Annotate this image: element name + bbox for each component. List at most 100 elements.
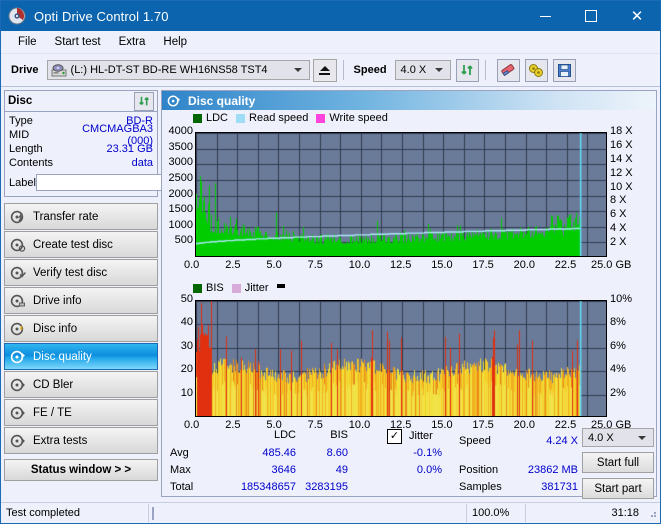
- disc-properties: Type BD-R MID CMCMAGBA3 (000) Length 23.…: [5, 112, 238, 196]
- menu-bar: File Start test Extra Help: [1, 31, 660, 54]
- drive-info-icon: [10, 293, 26, 309]
- progress-track: [152, 506, 154, 520]
- top-chart-xtick: 2.5: [225, 259, 241, 271]
- speed-label: Speed: [353, 64, 387, 76]
- legend-label-bis: BIS: [206, 282, 224, 294]
- top-chart-ytick: 2500: [168, 171, 193, 184]
- bottom-chart-ytick: 40: [180, 316, 193, 329]
- sidebar-item-disc-info[interactable]: Disc info: [4, 315, 158, 342]
- sidebar-label: Verify test disc: [33, 266, 108, 279]
- charts-container: LDC Read speed Write speed BIS Jitter 50…: [162, 110, 656, 431]
- sidebar-item-extra-tests[interactable]: Extra tests: [4, 427, 158, 454]
- jitter-max-value: 0.0%: [416, 464, 442, 476]
- bis-avg-value: 8.60: [326, 447, 348, 459]
- elapsed-time: 31:18: [611, 507, 639, 519]
- test-speed-value: 4.0 X: [588, 431, 614, 444]
- save-button[interactable]: [552, 58, 576, 82]
- menu-start-test[interactable]: Start test: [46, 34, 110, 50]
- disc-extra-icon: [10, 433, 26, 449]
- refresh-icon: [138, 96, 149, 105]
- panel-header: Disc quality: [162, 91, 656, 110]
- status-window-button[interactable]: Status window > >: [4, 459, 158, 481]
- disc-label-row: Label: [9, 172, 238, 193]
- jitter-checkbox[interactable]: ✓: [387, 429, 402, 444]
- gears-icon: [529, 63, 544, 77]
- sidebar-item-disc-quality[interactable]: Disc quality: [4, 343, 158, 370]
- menu-file[interactable]: File: [9, 34, 46, 50]
- menu-extra[interactable]: Extra: [110, 34, 155, 50]
- ldc-total-value: 185348657: [240, 481, 296, 493]
- disc-panel-title: Disc: [8, 95, 33, 107]
- disc-row-contents: Contents data: [9, 156, 153, 170]
- disc-quality-panel: Disc quality LDC Read speed Write speed: [161, 90, 657, 499]
- minimize-button[interactable]: [522, 1, 568, 31]
- sidebar-label: Disc info: [33, 322, 78, 335]
- main-panel: Disc quality LDC Read speed Write speed: [161, 87, 660, 500]
- erase-button[interactable]: [496, 58, 520, 82]
- legend-label-jitter: Jitter: [244, 282, 269, 294]
- toolbar-divider-1: [342, 60, 344, 80]
- sidebar: Disc Type BD-R MID CMCMAGBA3 (000) Lengt…: [1, 87, 238, 500]
- position-stat-label: Position: [459, 464, 499, 476]
- samples-stat-label: Samples: [459, 481, 502, 493]
- sidebar-item-drive-info[interactable]: Drive info: [4, 287, 158, 314]
- top-chart-xtick: 10.0: [348, 259, 371, 271]
- drive-select[interactable]: (L:) HL-DT-ST BD-RE WH16NS58 TST4: [46, 60, 310, 80]
- status-bar: Test completed 100.0% 31:18: [1, 502, 660, 523]
- sidebar-item-verify-test-disc[interactable]: Verify test disc: [4, 259, 158, 286]
- disc-verify-icon: [10, 265, 27, 281]
- jitter-label: Jitter: [409, 430, 433, 442]
- settings-button[interactable]: [524, 58, 548, 82]
- stats-row-avg: Avg: [170, 447, 189, 459]
- bottom-chart-y2tick: 10%: [610, 293, 633, 305]
- top-chart-y2tick: 10 X: [610, 180, 633, 193]
- disc-value-contents: data: [131, 157, 153, 169]
- top-chart-legend: LDC Read speed Write speed: [193, 112, 392, 124]
- close-button[interactable]: ✕: [614, 1, 660, 31]
- sidebar-label: CD Bler: [33, 378, 74, 391]
- top-chart-xtick: 12.5: [390, 259, 412, 271]
- chevron-down-icon: [638, 435, 646, 440]
- chevron-down-icon: [434, 68, 443, 72]
- sidebar-item-fe-te[interactable]: FE / TE: [4, 399, 158, 426]
- top-chart-xtick: 17.5: [472, 259, 494, 271]
- status-message: Test completed: [1, 504, 149, 522]
- eject-icon: [319, 65, 330, 71]
- eject-button[interactable]: [312, 58, 337, 82]
- resize-grip-icon[interactable]: [646, 507, 658, 519]
- legend-chip-marker: [276, 284, 285, 288]
- legend-chip-bis: [193, 283, 202, 293]
- start-part-button[interactable]: Start part: [582, 478, 654, 499]
- panel-title: Disc quality: [188, 93, 256, 108]
- disc-refresh-button[interactable]: [134, 91, 154, 111]
- top-chart-plot[interactable]: [195, 132, 607, 257]
- application-window: Opti Drive Control 1.70 ✕ File Start tes…: [0, 0, 661, 524]
- refresh-button[interactable]: [455, 58, 479, 82]
- ldc-max-value: 3646: [271, 464, 296, 476]
- legend-label-write-speed: Write speed: [329, 112, 388, 124]
- content-area: Disc Type BD-R MID CMCMAGBA3 (000) Lengt…: [1, 87, 660, 500]
- speed-select[interactable]: 4.0 X: [394, 60, 451, 80]
- progress-bar: [149, 504, 466, 522]
- start-full-button[interactable]: Start full: [582, 452, 654, 473]
- speed-stat-label: Speed: [459, 435, 491, 447]
- sidebar-item-create-test-disc[interactable]: Create test disc: [4, 231, 158, 258]
- top-chart-y2tick: 6 X: [610, 208, 627, 221]
- sidebar-label: Disc quality: [33, 350, 92, 363]
- top-chart-ytick: 1500: [168, 203, 193, 216]
- top-chart-y2tick: 18 X: [610, 125, 633, 137]
- top-chart-xtick: 15.0: [431, 259, 453, 271]
- bottom-chart-plot[interactable]: [195, 300, 607, 417]
- menu-help[interactable]: Help: [154, 34, 196, 50]
- title-bar: Opti Drive Control 1.70 ✕: [1, 1, 660, 31]
- sidebar-item-cd-bler[interactable]: CD Bler: [4, 371, 158, 398]
- disc-panel: Disc Type BD-R MID CMCMAGBA3 (000) Lengt…: [4, 90, 238, 197]
- disc-write-icon: [10, 237, 26, 253]
- window-controls: ✕: [522, 1, 660, 31]
- sidebar-item-transfer-rate[interactable]: Transfer rate: [4, 203, 158, 230]
- maximize-button[interactable]: [568, 1, 614, 31]
- top-chart-xtick: 20.0: [513, 259, 536, 271]
- drive-icon: [51, 63, 67, 77]
- sidebar-label: Extra tests: [33, 434, 88, 447]
- test-speed-select[interactable]: 4.0 X: [582, 428, 654, 447]
